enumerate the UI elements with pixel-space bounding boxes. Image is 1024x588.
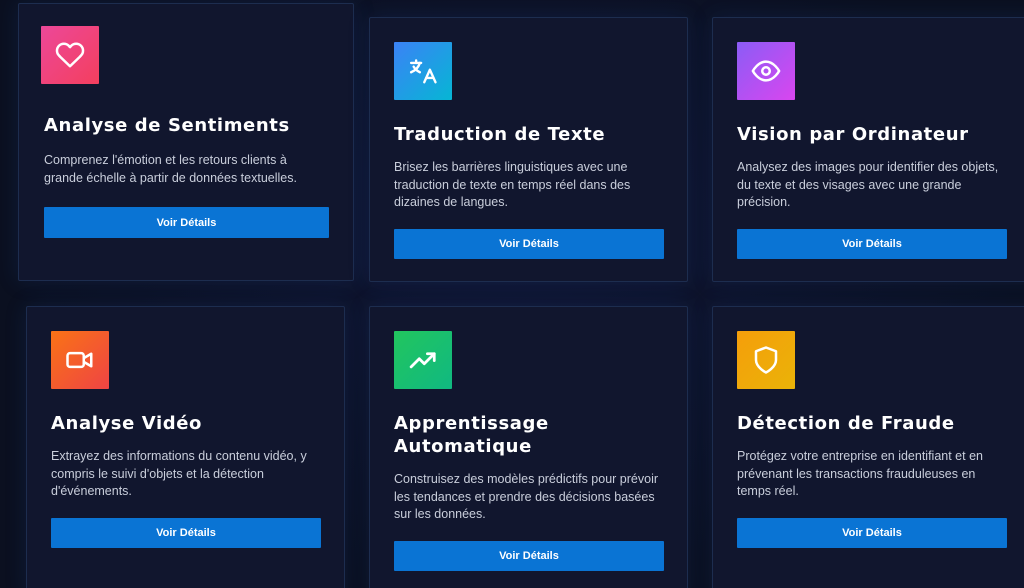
card-title: Apprentissage Automatique	[394, 413, 549, 457]
view-details-button[interactable]: Voir Détails	[394, 229, 664, 259]
card-description: Protégez votre entreprise en identifiant…	[737, 449, 983, 498]
card-description: Comprenez l'émotion et les retours clien…	[44, 153, 297, 185]
video-camera-icon	[51, 331, 109, 389]
view-details-button[interactable]: Voir Détails	[737, 518, 1007, 548]
card-video-analysis: Analyse Vidéo Extrayez des informations …	[26, 306, 345, 588]
card-description: Construisez des modèles prédictifs pour …	[394, 472, 659, 521]
trending-up-icon	[394, 331, 452, 389]
card-description: Analysez des images pour identifier des …	[737, 160, 999, 209]
card-fraud-detection: Détection de Fraude Protégez votre entre…	[712, 306, 1024, 588]
view-details-button[interactable]: Voir Détails	[394, 541, 664, 571]
translate-icon	[394, 42, 452, 100]
card-text-translation: Traduction de Texte Brisez les barrières…	[369, 17, 688, 282]
card-title: Analyse de Sentiments	[44, 115, 290, 136]
card-description: Brisez les barrières linguistiques avec …	[394, 160, 631, 209]
card-title: Traduction de Texte	[394, 124, 606, 145]
eye-icon	[737, 42, 795, 100]
card-title: Détection de Fraude	[737, 413, 955, 434]
card-computer-vision: Vision par Ordinateur Analysez des image…	[712, 17, 1024, 282]
heart-icon	[41, 26, 99, 84]
view-details-button[interactable]: Voir Détails	[51, 518, 321, 548]
shield-icon	[737, 331, 795, 389]
card-sentiment-analysis: Analyse de Sentiments Comprenez l'émotio…	[18, 3, 354, 281]
view-details-button[interactable]: Voir Détails	[737, 229, 1007, 259]
card-title: Vision par Ordinateur	[737, 124, 969, 145]
card-description: Extrayez des informations du contenu vid…	[51, 449, 307, 498]
view-details-button[interactable]: Voir Détails	[44, 207, 329, 238]
services-grid: Analyse de Sentiments Comprenez l'émotio…	[0, 0, 1024, 588]
card-machine-learning: Apprentissage Automatique Construisez de…	[369, 306, 688, 588]
card-title: Analyse Vidéo	[51, 413, 203, 434]
